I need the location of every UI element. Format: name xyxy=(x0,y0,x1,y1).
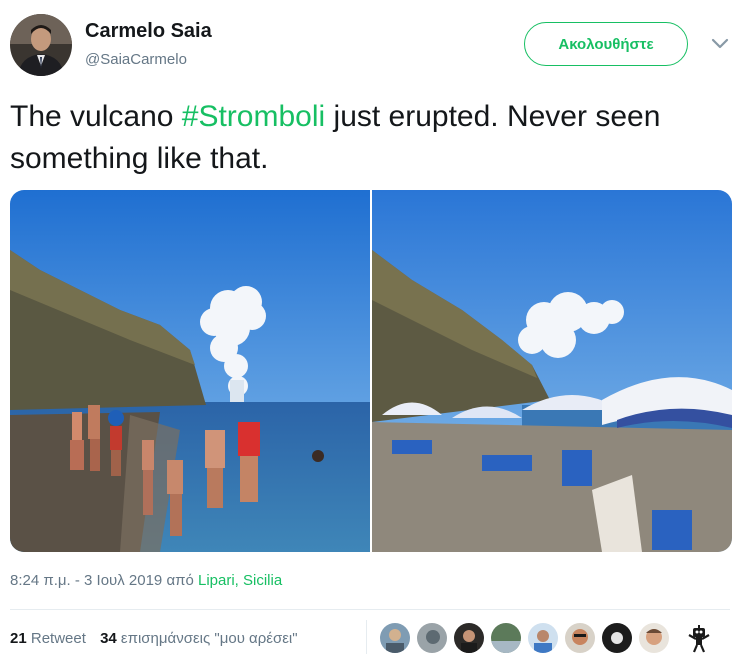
stats-divider xyxy=(366,620,367,654)
location-link[interactable]: Lipari, Sicilia xyxy=(198,572,282,589)
likes-count: 34 xyxy=(100,630,117,647)
liker-avatars xyxy=(380,623,669,653)
author-handle[interactable]: @SaiaCarmelo xyxy=(85,51,187,68)
author-name[interactable]: Carmelo Saia xyxy=(85,20,212,43)
tweet-text: The vulcano #Stromboli just erupted. Nev… xyxy=(10,96,720,180)
follow-button[interactable]: Ακολουθήστε xyxy=(524,22,688,66)
tweet-stats: 21 Retweet 34 επισημάνσεις "μου αρέσει" xyxy=(10,630,298,647)
hashtag-link[interactable]: #Stromboli xyxy=(182,100,325,133)
liker-avatar[interactable] xyxy=(639,623,669,653)
photo-beach-umbrellas[interactable] xyxy=(372,190,732,552)
likes-stat[interactable]: 34 επισημάνσεις "μου αρέσει" xyxy=(100,630,298,647)
divider xyxy=(10,609,730,610)
photo-beach-swimmers[interactable] xyxy=(10,190,370,552)
tweet-meta: 8:24 π.μ. - 3 Ιουλ 2019 από Lipari, Sici… xyxy=(10,572,282,589)
likes-label: επισημάνσεις "μου αρέσει" xyxy=(120,630,298,647)
retweet-label: Retweet xyxy=(30,630,86,647)
tweet-text-before: The vulcano xyxy=(10,100,182,133)
timestamp[interactable]: 8:24 π.μ. - 3 Ιουλ 2019 από xyxy=(10,572,198,589)
liker-avatar[interactable] xyxy=(602,623,632,653)
retweet-count: 21 xyxy=(10,630,27,647)
liker-avatar[interactable] xyxy=(454,623,484,653)
liker-avatar[interactable] xyxy=(528,623,558,653)
tweet-media xyxy=(10,190,732,552)
author-avatar[interactable] xyxy=(10,14,72,76)
liker-avatar[interactable] xyxy=(417,623,447,653)
chevron-down-icon[interactable] xyxy=(711,37,729,55)
robot-icon[interactable] xyxy=(686,625,712,658)
retweet-stat[interactable]: 21 Retweet xyxy=(10,630,86,647)
liker-avatar[interactable] xyxy=(380,623,410,653)
liker-avatar[interactable] xyxy=(565,623,595,653)
liker-avatar[interactable] xyxy=(491,623,521,653)
